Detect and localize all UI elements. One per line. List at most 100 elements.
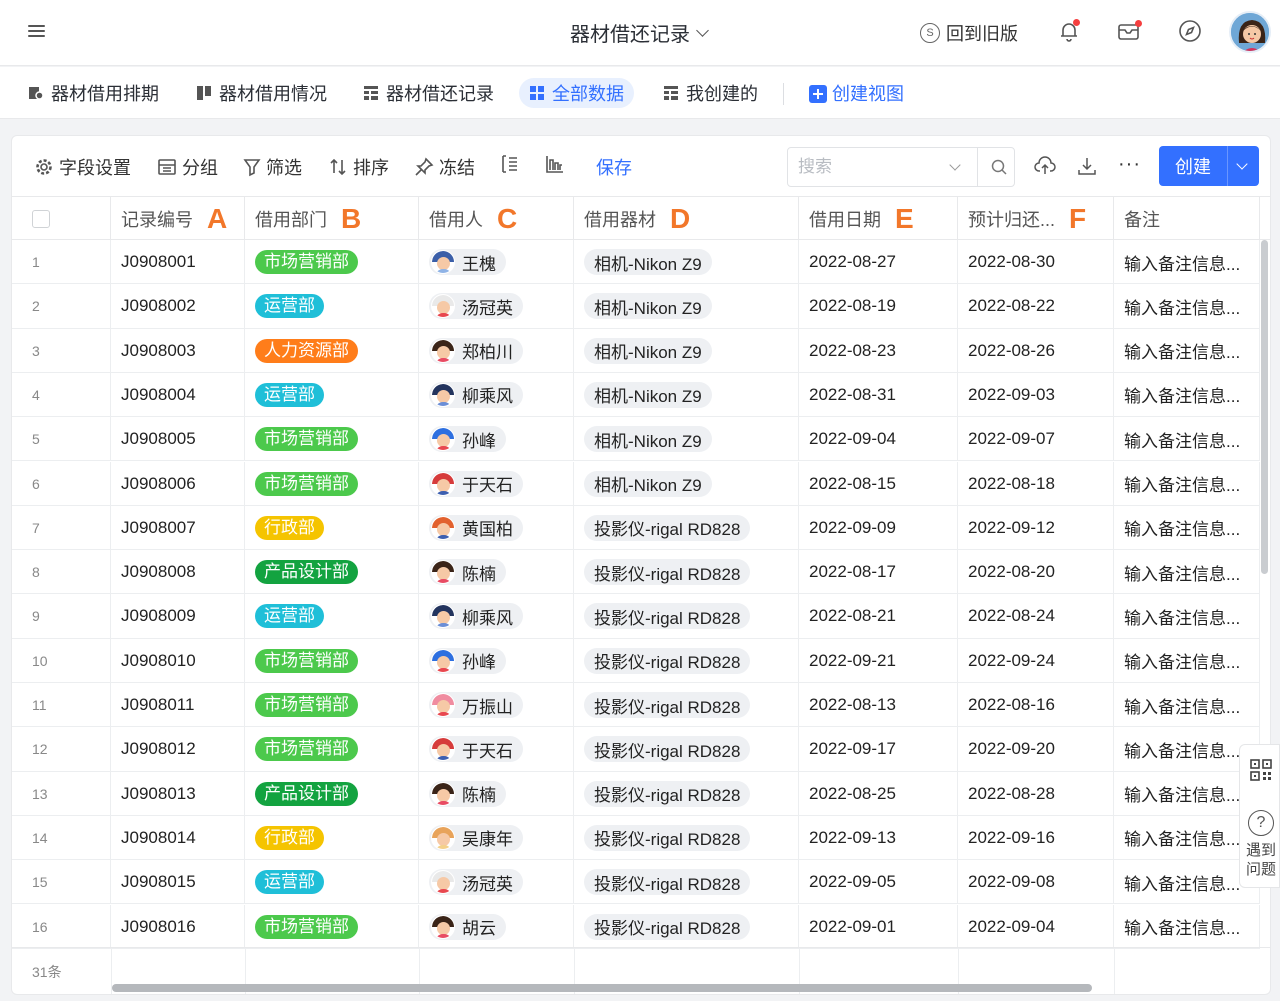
user-avatar[interactable] (1229, 11, 1271, 53)
search-input[interactable] (798, 157, 943, 177)
return-date-cell[interactable]: 2022-08-28 (958, 771, 1114, 816)
borrower-cell[interactable]: 陈楠 (419, 771, 574, 816)
borrower-cell[interactable]: 陈楠 (419, 550, 574, 595)
note-cell[interactable]: 输入备注信息... (1114, 461, 1260, 506)
row-index-cell[interactable]: 12 (12, 727, 111, 772)
borrower-cell[interactable]: 胡云 (419, 904, 574, 949)
equipment-cell[interactable]: 相机-Nikon Z9 (574, 284, 799, 329)
record-id-cell[interactable]: J0908016 (111, 904, 245, 949)
row-index-cell[interactable]: 3 (12, 328, 111, 373)
return-date-cell[interactable]: 2022-09-12 (958, 505, 1114, 550)
equipment-cell[interactable]: 投影仪-rigal RD828 (574, 727, 799, 772)
bell-icon[interactable] (1056, 18, 1082, 44)
note-cell[interactable]: 输入备注信息... (1114, 904, 1260, 949)
borrower-cell[interactable]: 吴康年 (419, 815, 574, 860)
hamburger-menu-icon[interactable] (26, 22, 48, 40)
column-header[interactable]: 借用日期 E (799, 197, 958, 240)
record-id-cell[interactable]: J0908011 (111, 683, 245, 727)
search-icon[interactable] (990, 158, 1008, 176)
borrow-date-cell[interactable]: 2022-09-04 (799, 417, 958, 462)
department-cell[interactable]: 运营部 (245, 372, 419, 417)
borrow-date-cell[interactable]: 2022-09-13 (799, 815, 958, 860)
borrow-date-cell[interactable]: 2022-08-19 (799, 284, 958, 329)
record-id-cell[interactable]: J0908003 (111, 328, 245, 373)
equipment-cell[interactable]: 投影仪-rigal RD828 (574, 771, 799, 816)
department-cell[interactable]: 市场营销部 (245, 638, 419, 683)
field-settings-button[interactable]: 字段设置 (34, 154, 131, 180)
record-id-cell[interactable]: J0908015 (111, 860, 245, 905)
borrow-date-cell[interactable]: 2022-08-23 (799, 328, 958, 373)
record-id-cell[interactable]: J0908014 (111, 815, 245, 860)
row-index-cell[interactable]: 4 (12, 372, 111, 417)
department-cell[interactable]: 市场营销部 (245, 727, 419, 772)
return-date-cell[interactable]: 2022-08-18 (958, 461, 1114, 506)
chevron-down-icon[interactable] (1236, 158, 1248, 170)
row-index-cell[interactable]: 13 (12, 771, 111, 816)
note-cell[interactable]: 输入备注信息... (1114, 505, 1260, 550)
row-index-cell[interactable]: 6 (12, 461, 111, 506)
filter-button[interactable]: 筛选 (243, 154, 302, 180)
select-all-checkbox[interactable] (32, 209, 50, 228)
tab-all-data[interactable]: 全部数据 (519, 78, 634, 108)
borrower-cell[interactable]: 于天石 (419, 727, 574, 772)
note-cell[interactable]: 输入备注信息... (1114, 550, 1260, 595)
row-height-button[interactable] (500, 154, 520, 174)
qr-code-icon[interactable] (1250, 759, 1272, 781)
department-cell[interactable]: 市场营销部 (245, 461, 419, 506)
table-row[interactable]: 1 J0908001 市场营销部 王槐 相机-Nikon Z9 2022-08-27 202… (12, 240, 1260, 285)
record-id-cell[interactable]: J0908009 (111, 594, 245, 639)
department-cell[interactable]: 行政部 (245, 505, 419, 550)
group-button[interactable]: 分组 (157, 154, 218, 180)
table-row[interactable]: 15 J0908015 运营部 汤冠英 投影仪-rigal RD828 2022-09-0… (12, 860, 1260, 905)
equipment-cell[interactable]: 投影仪-rigal RD828 (574, 904, 799, 949)
department-cell[interactable]: 市场营销部 (245, 417, 419, 462)
record-id-cell[interactable]: J0908007 (111, 505, 245, 550)
department-cell[interactable]: 运营部 (245, 284, 419, 329)
download-icon[interactable] (1076, 155, 1098, 177)
table-row[interactable]: 4 J0908004 运营部 柳乘风 相机-Nikon Z9 2022-08-31 2022… (12, 372, 1260, 418)
table-row[interactable]: 5 J0908005 市场营销部 孙峰 相机-Nikon Z9 2022-09-04 202… (12, 417, 1260, 462)
record-id-cell[interactable]: J0908005 (111, 417, 245, 462)
borrower-cell[interactable]: 于天石 (419, 461, 574, 506)
tab-equipment-usage[interactable]: 器材借用情况 (186, 78, 337, 108)
borrow-date-cell[interactable]: 2022-08-25 (799, 771, 958, 816)
row-index-cell[interactable]: 1 (12, 240, 111, 284)
equipment-cell[interactable]: 相机-Nikon Z9 (574, 372, 799, 417)
upload-icon[interactable] (1034, 155, 1056, 177)
record-id-cell[interactable]: J0908008 (111, 550, 245, 595)
row-index-cell[interactable]: 2 (12, 284, 111, 329)
table-row[interactable]: 12 J0908012 市场营销部 于天石 投影仪-rigal RD828 2022-09… (12, 727, 1260, 772)
return-date-cell[interactable]: 2022-09-08 (958, 860, 1114, 905)
freeze-button[interactable]: 冻结 (414, 154, 475, 180)
create-view-button[interactable]: 创建视图 (799, 78, 914, 108)
borrow-date-cell[interactable]: 2022-08-27 (799, 240, 958, 284)
return-date-cell[interactable]: 2022-08-24 (958, 594, 1114, 639)
equipment-cell[interactable]: 投影仪-rigal RD828 (574, 594, 799, 639)
note-cell[interactable]: 输入备注信息... (1114, 683, 1260, 727)
table-row[interactable]: 10 J0908010 市场营销部 孙峰 投影仪-rigal RD828 2022-09-… (12, 638, 1260, 683)
record-id-cell[interactable]: J0908006 (111, 461, 245, 506)
borrow-date-cell[interactable]: 2022-09-05 (799, 860, 958, 905)
column-header[interactable]: 预计归还... F (958, 197, 1114, 240)
borrow-date-cell[interactable]: 2022-08-17 (799, 550, 958, 595)
column-header[interactable]: 借用人 C (419, 197, 574, 240)
row-index-cell[interactable]: 5 (12, 417, 111, 462)
department-cell[interactable]: 运营部 (245, 860, 419, 905)
borrow-date-cell[interactable]: 2022-09-21 (799, 638, 958, 683)
borrow-date-cell[interactable]: 2022-08-21 (799, 594, 958, 639)
row-index-cell[interactable]: 14 (12, 815, 111, 860)
borrow-date-cell[interactable]: 2022-08-31 (799, 372, 958, 417)
table-row[interactable]: 13 J0908013 产品设计部 陈楠 投影仪-rigal RD828 2022-08-… (12, 771, 1260, 816)
note-cell[interactable]: 输入备注信息... (1114, 284, 1260, 329)
department-cell[interactable]: 市场营销部 (245, 904, 419, 949)
borrower-cell[interactable]: 汤冠英 (419, 860, 574, 905)
borrower-cell[interactable]: 黄国柏 (419, 505, 574, 550)
record-id-cell[interactable]: J0908004 (111, 372, 245, 417)
return-date-cell[interactable]: 2022-08-22 (958, 284, 1114, 329)
return-date-cell[interactable]: 2022-09-03 (958, 372, 1114, 417)
borrower-cell[interactable]: 万振山 (419, 683, 574, 727)
horizontal-scrollbar[interactable] (112, 984, 1092, 992)
borrow-date-cell[interactable]: 2022-09-17 (799, 727, 958, 772)
note-cell[interactable]: 输入备注信息... (1114, 594, 1260, 639)
return-date-cell[interactable]: 2022-09-24 (958, 638, 1114, 683)
